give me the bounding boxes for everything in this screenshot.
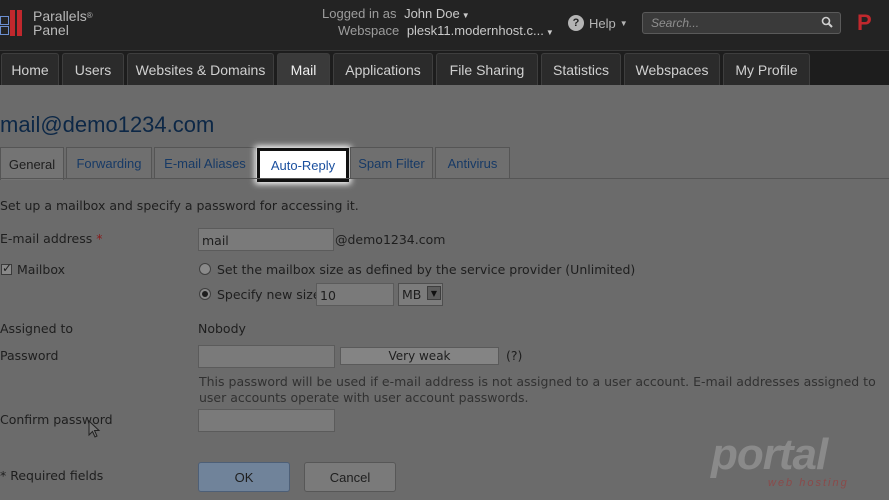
- tab-email-aliases[interactable]: E-mail Aliases: [154, 147, 256, 179]
- search-placeholder: Search...: [651, 16, 700, 30]
- watermark-text: portal: [711, 430, 828, 479]
- logo-text: Parallels® Panel: [33, 9, 93, 37]
- user-area: Logged in as John Doe ▼ Webspace plesk11.…: [322, 6, 554, 40]
- required-fields-note: * Required fields: [0, 468, 104, 483]
- mailbox-size-input[interactable]: 10: [316, 283, 394, 306]
- ok-button[interactable]: OK: [198, 462, 290, 492]
- search-input[interactable]: Search...: [642, 12, 841, 34]
- email-label-text: E-mail address: [0, 231, 93, 246]
- help-icon: ?: [568, 15, 584, 31]
- tab-antivirus[interactable]: Antivirus: [435, 147, 510, 179]
- size-custom-label: Specify new size: [217, 287, 321, 302]
- nav-tab-websites-domains[interactable]: Websites & Domains: [127, 53, 274, 85]
- size-unit-value: MB: [402, 287, 422, 302]
- search-icon[interactable]: [821, 16, 833, 28]
- tab-forwarding[interactable]: Forwarding: [66, 147, 152, 179]
- help-menu[interactable]: ? Help ▼: [568, 15, 628, 31]
- tab-divider: [0, 178, 889, 179]
- chevron-down-icon[interactable]: ▼: [546, 28, 554, 37]
- assigned-to-label: Assigned to: [0, 321, 74, 336]
- nav-tab-statistics[interactable]: Statistics: [541, 53, 621, 85]
- portal-watermark: portal web hosting: [711, 430, 849, 490]
- dropdown-arrow-icon: ▼: [427, 286, 441, 300]
- password-hint: This password will be used if e-mail add…: [199, 374, 876, 405]
- tab-general[interactable]: General: [0, 147, 64, 180]
- password-label: Password: [0, 348, 59, 363]
- required-mark: *: [96, 231, 103, 246]
- nav-tab-mail[interactable]: Mail: [277, 53, 330, 86]
- tab-auto-reply[interactable]: Auto-Reply: [257, 148, 349, 182]
- size-unit-select[interactable]: MB ▼: [398, 283, 443, 306]
- nav-tab-webspaces[interactable]: Webspaces: [624, 53, 720, 85]
- webspace-selector[interactable]: plesk11.modernhost.c...: [407, 23, 544, 38]
- form-description: Set up a mailbox and specify a password …: [0, 198, 359, 213]
- password-input[interactable]: [198, 345, 335, 368]
- password-strength-meter: Very weak: [340, 347, 499, 365]
- email-address-label: E-mail address *: [0, 231, 103, 246]
- mouse-cursor-icon: [88, 420, 101, 438]
- chevron-down-icon[interactable]: ▼: [462, 11, 470, 20]
- email-domain: @demo1234.com: [335, 232, 446, 247]
- top-header: Parallels® Panel Logged in as John Doe ▼ …: [0, 0, 889, 50]
- cancel-button[interactable]: Cancel: [304, 462, 396, 492]
- main-navigation: Home Users Websites & Domains Mail Appli…: [0, 50, 889, 86]
- logo-line2: Panel: [33, 22, 69, 38]
- webspace-label: Webspace: [338, 23, 400, 38]
- nav-tab-users[interactable]: Users: [62, 53, 124, 85]
- help-label: Help: [589, 15, 616, 31]
- assigned-to-value: Nobody: [198, 321, 246, 336]
- size-default-label: Set the mailbox size as defined by the s…: [217, 262, 636, 277]
- page-title: mail@demo1234.com: [0, 112, 215, 137]
- size-custom-radio[interactable]: [199, 288, 211, 300]
- password-help-icon[interactable]: (?): [506, 348, 522, 363]
- tab-spam-filter[interactable]: Spam Filter: [350, 147, 433, 179]
- nav-tab-applications[interactable]: Applications: [333, 53, 433, 85]
- confirm-password-input[interactable]: [198, 409, 335, 432]
- watermark-subtext: web hosting: [768, 477, 849, 489]
- user-menu[interactable]: John Doe: [404, 6, 460, 21]
- mailbox-label: Mailbox: [17, 262, 65, 277]
- parallels-logo-icon: [0, 8, 30, 38]
- mailbox-checkbox[interactable]: [1, 261, 12, 275]
- brand-mark: P: [857, 10, 872, 35]
- nav-tab-file-sharing[interactable]: File Sharing: [436, 53, 538, 85]
- parallels-panel-logo[interactable]: Parallels® Panel: [0, 6, 93, 40]
- nav-tab-my-profile[interactable]: My Profile: [723, 53, 810, 85]
- logged-in-label: Logged in as: [322, 6, 397, 21]
- size-default-radio[interactable]: [199, 263, 211, 275]
- email-address-input[interactable]: mail: [198, 228, 334, 251]
- logo-registered: ®: [86, 11, 93, 20]
- chevron-down-icon: ▼: [619, 18, 628, 28]
- nav-tab-home[interactable]: Home: [1, 53, 59, 85]
- main-content: mail@demo1234.com General Forwarding E-m…: [0, 85, 889, 500]
